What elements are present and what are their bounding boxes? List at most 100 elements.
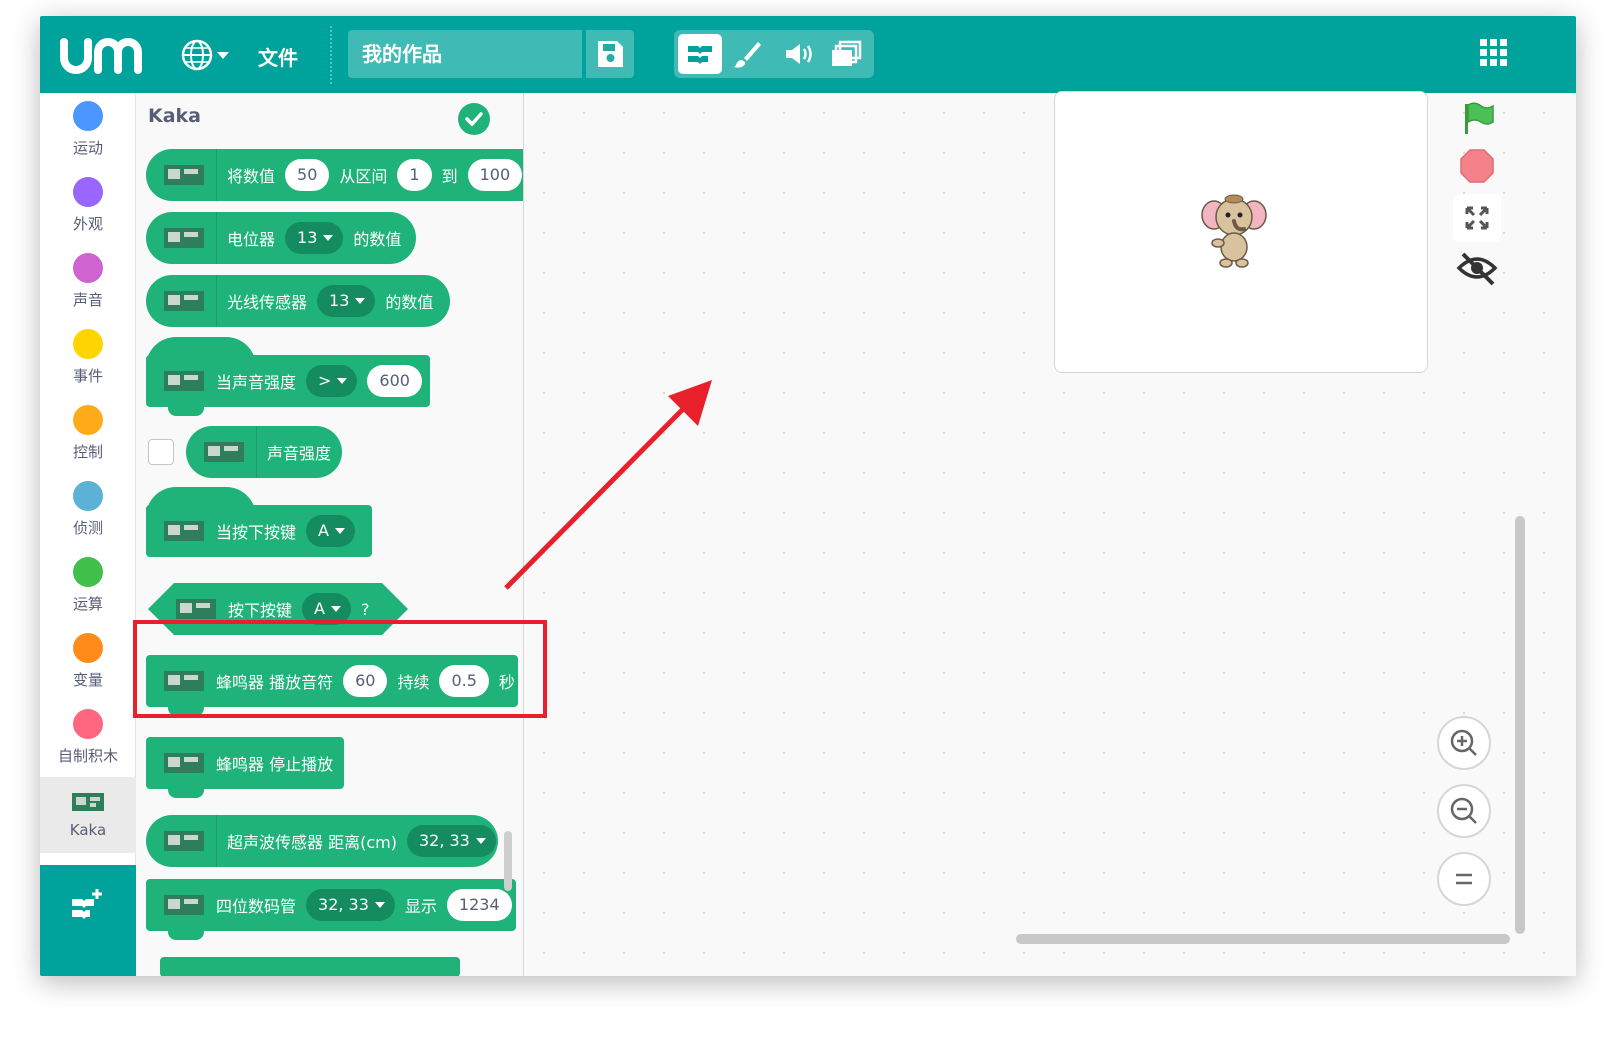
category-sound[interactable]: 声音 bbox=[40, 245, 136, 321]
category-variables[interactable]: 变量 bbox=[40, 625, 136, 701]
equals-icon bbox=[1456, 873, 1472, 885]
kaka-board-icon bbox=[174, 595, 218, 623]
category-looks[interactable]: 外观 bbox=[40, 169, 136, 245]
block-divider bbox=[256, 426, 257, 478]
block-sound-level[interactable]: 声音强度 bbox=[186, 426, 342, 478]
apps-grid-icon[interactable] bbox=[1480, 39, 1508, 67]
paintbrush-icon bbox=[734, 42, 761, 68]
layers-icon bbox=[832, 40, 862, 66]
block-when-sound-level[interactable]: 当声音强度 > 600 bbox=[146, 337, 430, 416]
block-palette: Kaka 将数值 50 从区间 1 到 100 电位器 13 的数值 光线传感器… bbox=[136, 93, 524, 976]
language-globe-icon[interactable] bbox=[180, 38, 214, 72]
key-dropdown[interactable]: A bbox=[302, 593, 351, 625]
category-control[interactable]: 控制 bbox=[40, 397, 136, 473]
block-partial[interactable] bbox=[160, 957, 460, 976]
app-logo[interactable] bbox=[60, 34, 144, 74]
block-text: 将数值 bbox=[227, 167, 276, 186]
number-input[interactable]: 1 bbox=[397, 159, 432, 191]
tab-code[interactable] bbox=[678, 34, 722, 74]
block-when-key-pressed[interactable]: 当按下按键 A bbox=[146, 487, 372, 557]
palette-scrollbar[interactable] bbox=[504, 831, 512, 891]
monitor-checkbox[interactable] bbox=[148, 439, 174, 465]
block-text: 持续 bbox=[397, 673, 430, 692]
block-text: 声音强度 bbox=[267, 444, 332, 463]
palette-title: Kaka bbox=[148, 105, 202, 127]
elephant-sprite[interactable] bbox=[1200, 191, 1268, 269]
kaka-board-icon bbox=[164, 521, 204, 541]
block-text: 当按下按键 bbox=[216, 523, 297, 542]
block-divider bbox=[216, 212, 217, 264]
zoom-out-button[interactable] bbox=[1437, 784, 1491, 838]
block-text: 到 bbox=[441, 167, 458, 186]
category-label: 变量 bbox=[72, 671, 103, 689]
number-input[interactable]: 600 bbox=[367, 365, 422, 397]
number-input[interactable]: 100 bbox=[467, 159, 523, 191]
block-notch bbox=[168, 930, 204, 940]
block-text: 的数值 bbox=[353, 230, 402, 249]
add-extension-button[interactable] bbox=[40, 865, 136, 976]
number-input[interactable]: 50 bbox=[285, 159, 330, 191]
category-my-blocks[interactable]: 自制积木 bbox=[40, 701, 136, 777]
block-text: 超声波传感器 距离(cm) bbox=[227, 833, 397, 852]
kaka-board-icon bbox=[72, 793, 104, 811]
block-buzzer-stop[interactable]: 蜂鸣器 停止播放 bbox=[146, 737, 344, 798]
save-icon bbox=[598, 41, 623, 67]
app-window: 文件 我的作品 运动 外观 声音 事件 控制 侦测 运算 变量 自制积木 Kak… bbox=[40, 16, 1576, 976]
block-notch bbox=[168, 706, 204, 716]
block-divider bbox=[216, 149, 217, 201]
hat-cap bbox=[146, 487, 256, 517]
top-menu-bar: 文件 我的作品 bbox=[40, 16, 1576, 93]
block-map-value[interactable]: 将数值 50 从区间 1 到 100 bbox=[146, 149, 523, 201]
block-key-pressed[interactable]: 按下按键 A ? bbox=[148, 583, 408, 635]
tab-costumes[interactable] bbox=[726, 34, 770, 74]
key-dropdown[interactable]: A bbox=[306, 515, 355, 547]
chevron-down-icon[interactable] bbox=[217, 52, 229, 59]
note-input[interactable]: 60 bbox=[343, 665, 388, 697]
fullscreen-button[interactable] bbox=[1453, 194, 1501, 242]
save-button[interactable] bbox=[586, 30, 634, 78]
category-dot-icon bbox=[73, 101, 103, 131]
category-label: 自制积木 bbox=[57, 747, 118, 765]
category-events[interactable]: 事件 bbox=[40, 321, 136, 397]
stop-button[interactable] bbox=[1457, 146, 1497, 186]
block-potentiometer[interactable]: 电位器 13 的数值 bbox=[146, 212, 416, 264]
zoom-reset-button[interactable] bbox=[1437, 852, 1491, 906]
block-ultrasonic-distance[interactable]: 超声波传感器 距离(cm) 32, 33 bbox=[146, 815, 498, 867]
tab-sounds[interactable] bbox=[776, 34, 820, 74]
zoom-in-icon bbox=[1450, 729, 1477, 756]
tab-backdrops[interactable] bbox=[824, 34, 868, 74]
green-flag-button[interactable] bbox=[1457, 98, 1497, 138]
category-sensing[interactable]: 侦测 bbox=[40, 473, 136, 549]
category-dot-icon bbox=[73, 253, 103, 283]
menu-divider bbox=[330, 26, 332, 84]
block-text: ? bbox=[360, 599, 370, 619]
category-operators[interactable]: 运算 bbox=[40, 549, 136, 625]
hide-stage-button[interactable] bbox=[1453, 244, 1501, 292]
duration-input[interactable]: 0.5 bbox=[439, 665, 489, 697]
workspace-horizontal-scrollbar[interactable] bbox=[1016, 934, 1510, 944]
hat-cap bbox=[146, 337, 256, 367]
project-title-input[interactable]: 我的作品 bbox=[348, 30, 582, 78]
block-text: 的数值 bbox=[385, 293, 434, 312]
file-menu[interactable]: 文件 bbox=[258, 42, 298, 71]
block-four-digit-display[interactable]: 四位数码管 32, 33 显示 1234 bbox=[146, 879, 516, 940]
category-menu: 运动 外观 声音 事件 控制 侦测 运算 变量 自制积木 Kaka bbox=[40, 93, 136, 976]
pin-dropdown[interactable]: 32, 33 bbox=[406, 825, 496, 857]
zoom-in-button[interactable] bbox=[1437, 716, 1491, 770]
pin-dropdown[interactable]: 13 bbox=[317, 285, 376, 317]
number-input[interactable]: 1234 bbox=[446, 889, 512, 921]
category-dot-icon bbox=[73, 557, 103, 587]
category-label: 运动 bbox=[72, 139, 103, 157]
operator-dropdown[interactable]: > bbox=[306, 365, 358, 397]
workspace-vertical-scrollbar[interactable] bbox=[1515, 516, 1525, 934]
pin-dropdown[interactable]: 13 bbox=[285, 222, 344, 254]
category-motion[interactable]: 运动 bbox=[40, 93, 136, 169]
category-dot-icon bbox=[73, 633, 103, 663]
category-label: 外观 bbox=[72, 215, 103, 233]
category-kaka[interactable]: Kaka bbox=[40, 777, 136, 853]
code-blocks-icon bbox=[688, 46, 712, 64]
block-buzzer-play-note[interactable]: 蜂鸣器 播放音符 60 持续 0.5 秒 bbox=[146, 655, 518, 716]
block-light-sensor[interactable]: 光线传感器 13 的数值 bbox=[146, 275, 450, 327]
pin-dropdown[interactable]: 32, 33 bbox=[306, 889, 395, 921]
block-notch bbox=[168, 788, 204, 798]
